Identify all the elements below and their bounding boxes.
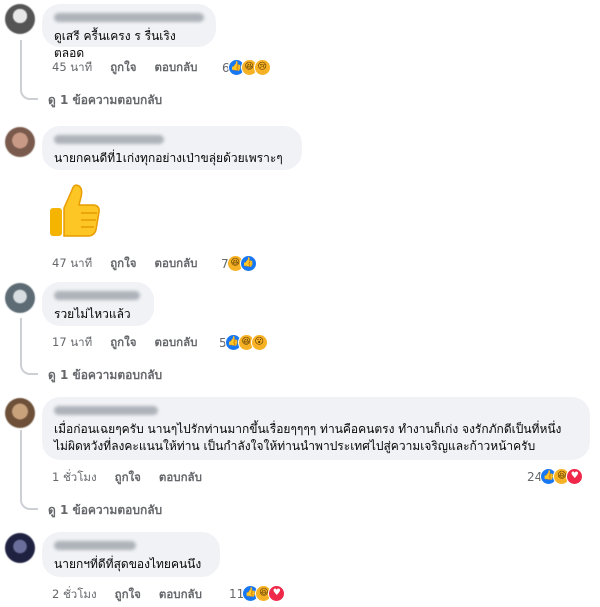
like-action[interactable]: ถูกใจ bbox=[115, 586, 141, 604]
avatar[interactable] bbox=[5, 533, 35, 563]
comment-bubble: นายกคนดีที่1เก่งทุกอย่างเป่าขลุ่ยด้วยเพร… bbox=[42, 126, 302, 170]
commenter-name-blurred[interactable] bbox=[54, 541, 136, 550]
view-replies-link[interactable]: ดู 1 ข้อความตอบกลับ bbox=[48, 501, 162, 520]
reply-action[interactable]: ตอบกลับ bbox=[159, 469, 202, 487]
reply-action[interactable]: ตอบกลับ bbox=[154, 59, 197, 77]
like-action[interactable]: ถูกใจ bbox=[110, 59, 136, 77]
comment-time[interactable]: 1 ชั่วโมง bbox=[52, 469, 97, 487]
reply-action[interactable]: ตอบกลับ bbox=[159, 586, 202, 604]
like-action[interactable]: ถูกใจ bbox=[110, 255, 136, 273]
comment-meta: 17 นาที ถูกใจ ตอบกลับ bbox=[52, 334, 215, 352]
comment-text: รวยไม่ไหวแล้ว bbox=[54, 307, 131, 321]
comment-time[interactable]: 17 นาที bbox=[52, 334, 92, 352]
comment-bubble: ดูเสรี ครื้นเครง ร รื่นเริงตลอด bbox=[42, 4, 216, 60]
comment-meta: 2 ชั่วโมง ถูกใจ ตอบกลับ bbox=[52, 586, 220, 604]
reaction-summary[interactable]: 7 😆 👍 bbox=[221, 255, 257, 272]
sad-icon: 😢 bbox=[253, 59, 271, 76]
commenter-name-blurred[interactable] bbox=[54, 13, 204, 22]
avatar[interactable] bbox=[5, 127, 35, 157]
reply-thread-line bbox=[20, 40, 38, 100]
comment-text: เมื่อก่อนเฉยๆครับ นานๆไปรักท่านมากขึ้นเร… bbox=[54, 422, 562, 453]
commenter-name-blurred[interactable] bbox=[54, 406, 158, 415]
comment-text: นายกคนดีที่1เก่งทุกอย่างเป่าขลุ่ยด้วยเพร… bbox=[54, 151, 283, 165]
commenter-name-blurred[interactable] bbox=[54, 291, 140, 300]
love-icon: ♥ bbox=[566, 468, 584, 485]
like-action[interactable]: ถูกใจ bbox=[115, 469, 141, 487]
comment-bubble: นายกฯที่ดีที่สุดของไทยคนนึง bbox=[42, 532, 220, 577]
view-replies-link[interactable]: ดู 1 ข้อความตอบกลับ bbox=[48, 91, 162, 110]
reaction-summary[interactable]: 5 👍 😆 😮 bbox=[219, 334, 268, 351]
wow-icon: 😮 bbox=[250, 334, 268, 351]
comment-meta: 45 นาที ถูกใจ ตอบกลับ bbox=[52, 59, 215, 77]
comment-bubble: เมื่อก่อนเฉยๆครับ นานๆไปรักท่านมากขึ้นเร… bbox=[42, 397, 590, 460]
comment-time[interactable]: 47 นาที bbox=[52, 255, 92, 273]
comment-meta: 47 นาที ถูกใจ ตอบกลับ bbox=[52, 255, 215, 273]
comment-time[interactable]: 45 นาที bbox=[52, 59, 92, 77]
reaction-summary[interactable]: 11 👍 😆 ♥ bbox=[229, 585, 286, 602]
love-icon: ♥ bbox=[268, 585, 286, 602]
comment-bubble: รวยไม่ไหวแล้ว bbox=[42, 282, 154, 326]
like-action[interactable]: ถูกใจ bbox=[110, 334, 136, 352]
reply-thread-line bbox=[20, 318, 38, 375]
comment-time[interactable]: 2 ชั่วโมง bbox=[52, 586, 97, 604]
reply-action[interactable]: ตอบกลับ bbox=[154, 255, 197, 273]
view-replies-link[interactable]: ดู 1 ข้อความตอบกลับ bbox=[48, 366, 162, 385]
reply-thread-line bbox=[20, 430, 38, 510]
comment-text: ดูเสรี ครื้นเครง ร รื่นเริงตลอด bbox=[54, 29, 176, 60]
commenter-name-blurred[interactable] bbox=[54, 135, 164, 144]
thumbs-up-sticker bbox=[50, 184, 100, 237]
avatar[interactable] bbox=[5, 283, 35, 313]
comment-meta: 1 ชั่วโมง ถูกใจ ตอบกลับ bbox=[52, 469, 220, 487]
reply-action[interactable]: ตอบกลับ bbox=[154, 334, 197, 352]
reaction-summary[interactable]: 24 👍 😆 ♥ bbox=[527, 468, 584, 485]
comment-text: นายกฯที่ดีที่สุดของไทยคนนึง bbox=[54, 557, 202, 571]
like-icon: 👍 bbox=[239, 255, 257, 272]
reaction-summary[interactable]: 6 👍 😆 😢 bbox=[222, 59, 271, 76]
avatar[interactable] bbox=[5, 398, 35, 428]
avatar[interactable] bbox=[5, 4, 35, 34]
